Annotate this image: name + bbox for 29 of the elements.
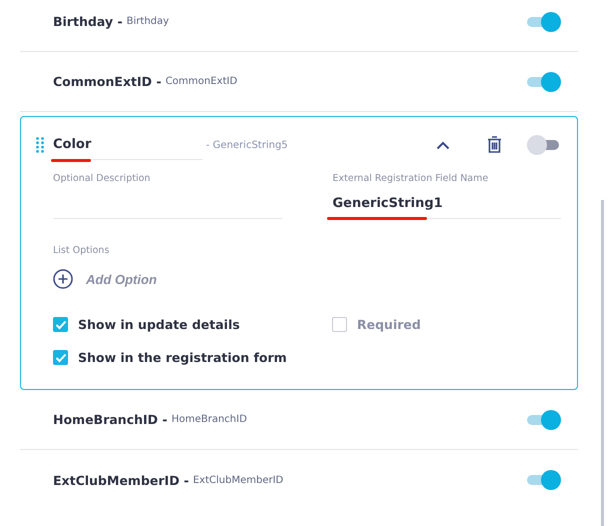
section-label: List Options (53, 245, 110, 256)
name-field[interactable]: Color (53, 130, 203, 160)
toggle-switch[interactable] (527, 12, 561, 32)
add-circle-icon[interactable] (53, 269, 73, 289)
chevron-up-icon[interactable] (436, 140, 450, 150)
trash-icon[interactable] (487, 136, 502, 154)
checkbox[interactable] (332, 317, 347, 332)
field-key: ExtClubMemberID (192, 474, 284, 486)
toggle-switch[interactable] (527, 72, 561, 92)
field-key: - GenericString5 (206, 140, 288, 150)
field-name: ExtClubMemberID - (53, 472, 189, 488)
field-name: CommonExtID - (53, 74, 162, 89)
checkbox-label: Required (357, 317, 421, 332)
checkbox[interactable] (53, 350, 68, 365)
checkbox-label: Show in update details (78, 317, 240, 332)
field-name: Birthday - (53, 14, 123, 29)
field-key: CommonExtID (165, 76, 238, 87)
field-label: External Registration Field Name (332, 173, 490, 184)
field-name: HomeBranchID - (53, 412, 168, 427)
field-label: Optional Description (53, 173, 152, 184)
toggle-switch[interactable] (527, 410, 561, 430)
field-key: Birthday (126, 16, 169, 27)
toggle-switch[interactable] (527, 135, 561, 155)
toggle-switch[interactable] (527, 470, 561, 490)
external-name-field[interactable]: GenericString1 (332, 188, 561, 219)
checkbox[interactable] (53, 317, 68, 332)
drag-handle-icon[interactable] (36, 137, 44, 153)
field-key: HomeBranchID (171, 414, 247, 425)
checkbox-label: Show in the registration form (78, 350, 287, 365)
